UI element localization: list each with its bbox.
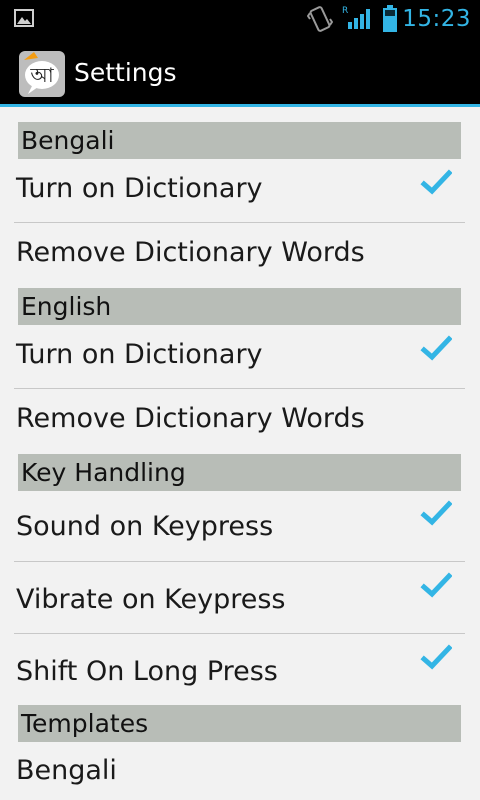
signal-roaming-icon: R — [342, 4, 372, 36]
setting-row-bengali-remove-words[interactable]: Remove Dictionary Words — [0, 224, 480, 287]
checkbox-checked-icon[interactable] — [420, 167, 453, 203]
setting-label: Turn on Dictionary — [16, 173, 263, 204]
page-title: Settings — [74, 58, 177, 87]
setting-row-english-remove-words[interactable]: Remove Dictionary Words — [0, 390, 480, 453]
category-header-key-handling: Key Handling — [18, 454, 461, 491]
checkbox-checked-icon[interactable] — [420, 333, 453, 369]
setting-label: Vibrate on Keypress — [16, 584, 286, 615]
category-header-english: English — [18, 288, 461, 325]
gallery-icon — [14, 9, 34, 31]
setting-label: Remove Dictionary Words — [16, 237, 365, 268]
checkbox-checked-icon[interactable] — [420, 570, 453, 606]
setting-label: Sound on Keypress — [16, 511, 274, 542]
setting-label: Remove Dictionary Words — [16, 403, 365, 434]
category-header-templates: Templates — [18, 705, 461, 742]
category-header-label: English — [21, 292, 112, 321]
roaming-indicator: R — [342, 6, 348, 16]
setting-row-bengali-dictionary[interactable]: Turn on Dictionary — [0, 159, 480, 223]
checkbox-checked-icon[interactable] — [420, 642, 453, 678]
app-icon-glyph: আ — [29, 63, 54, 87]
bengali-keyboard-app-icon[interactable]: আ — [18, 50, 66, 102]
setting-row-english-dictionary[interactable]: Turn on Dictionary — [0, 325, 480, 389]
row-divider — [14, 388, 465, 389]
action-bar-divider — [0, 104, 480, 107]
action-bar: আ Settings — [0, 38, 480, 107]
vibrate-icon — [306, 5, 334, 37]
battery-icon — [382, 5, 398, 37]
setting-label: Bengali — [16, 755, 117, 786]
setting-row-sound-keypress[interactable]: Sound on Keypress — [0, 491, 480, 562]
setting-label: Shift On Long Press — [16, 656, 278, 687]
status-clock: 15:23 — [402, 6, 471, 32]
checkbox-checked-icon[interactable] — [420, 498, 453, 534]
setting-row-shift-long-press[interactable]: Shift On Long Press — [0, 634, 480, 705]
status-bar: R 15:23 — [0, 0, 480, 38]
category-header-bengali: Bengali — [18, 122, 461, 159]
setting-row-vibrate-keypress[interactable]: Vibrate on Keypress — [0, 562, 480, 634]
category-header-label: Bengali — [21, 126, 115, 155]
category-header-label: Key Handling — [21, 458, 186, 487]
setting-row-template-bengali[interactable]: Bengali — [0, 742, 480, 800]
row-divider — [14, 222, 465, 223]
setting-label: Turn on Dictionary — [16, 339, 263, 370]
category-header-label: Templates — [21, 709, 149, 738]
